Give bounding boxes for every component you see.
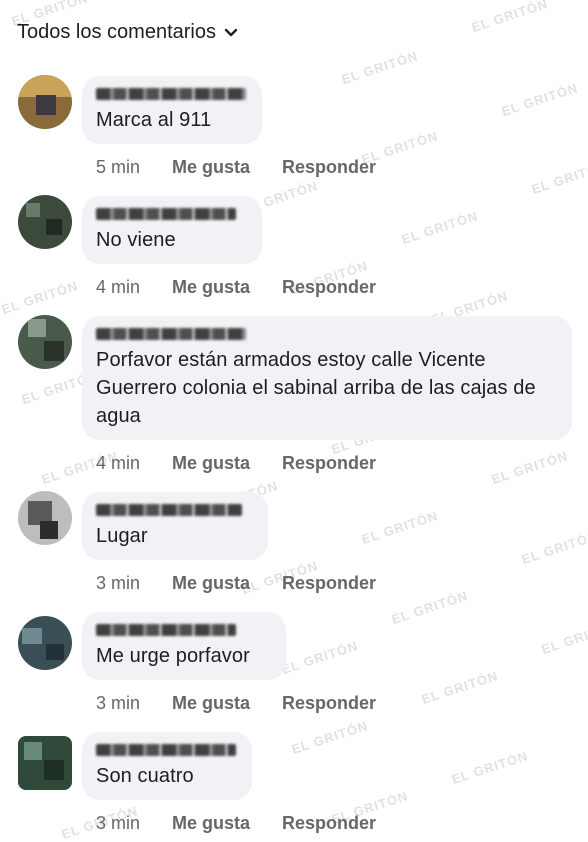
watermark: EL GRITÓN xyxy=(279,638,360,677)
watermark: EL GRITÓN xyxy=(389,588,470,627)
comment-bubble: No viene xyxy=(82,196,262,264)
comment-time[interactable]: 3 min xyxy=(96,813,172,834)
chevron-down-icon xyxy=(224,28,238,36)
comment-time[interactable]: 3 min xyxy=(96,693,172,714)
comment-bubble: Lugar xyxy=(82,492,268,560)
comment-bubble: Porfavor están armados estoy calle Vicen… xyxy=(82,316,572,440)
watermark: EL GRITÓN xyxy=(419,668,500,707)
comment-time[interactable]: 4 min xyxy=(96,453,172,474)
like-button[interactable]: Me gusta xyxy=(172,453,282,474)
comment-text: Porfavor están armados estoy calle Vicen… xyxy=(96,349,536,427)
like-button[interactable]: Me gusta xyxy=(172,277,282,298)
comment-text: Son cuatro xyxy=(96,765,194,787)
comment-bubble: Marca al 911 xyxy=(82,76,262,144)
watermark: EL GRITÓN xyxy=(489,448,570,487)
author-name-blurred[interactable] xyxy=(96,88,246,100)
watermark: EL GRITÓN xyxy=(399,208,480,247)
watermark: EL GRITÓN xyxy=(469,0,550,35)
comment-time[interactable]: 5 min xyxy=(96,157,172,178)
avatar[interactable] xyxy=(18,75,72,129)
comment-filter-dropdown[interactable]: Todos los comentarios xyxy=(17,21,238,44)
author-name-blurred[interactable] xyxy=(96,504,242,516)
comment-time[interactable]: 4 min xyxy=(96,277,172,298)
reply-button[interactable]: Responder xyxy=(282,573,376,594)
reply-button[interactable]: Responder xyxy=(282,157,376,178)
like-button[interactable]: Me gusta xyxy=(172,693,282,714)
watermark: EL GRITÓN xyxy=(449,748,530,787)
comment-bubble: Me urge porfavor xyxy=(82,612,286,680)
watermark: EL GRITÓN xyxy=(529,158,588,197)
comment-time[interactable]: 3 min xyxy=(96,573,172,594)
like-button[interactable]: Me gusta xyxy=(172,157,282,178)
avatar[interactable] xyxy=(18,736,72,790)
comment-text: Me urge porfavor xyxy=(96,645,250,667)
watermark: EL GRITÓN xyxy=(359,508,440,547)
reply-button[interactable]: Responder xyxy=(282,813,376,834)
author-name-blurred[interactable] xyxy=(96,624,236,636)
watermark: EL GRITÓN xyxy=(339,48,420,87)
avatar[interactable] xyxy=(18,616,72,670)
reply-button[interactable]: Responder xyxy=(282,277,376,298)
avatar[interactable] xyxy=(18,491,72,545)
watermark: EL GRITÓN xyxy=(539,618,588,657)
comment-text: Lugar xyxy=(96,525,148,547)
comment-text: No viene xyxy=(96,229,176,251)
avatar[interactable] xyxy=(18,195,72,249)
like-button[interactable]: Me gusta xyxy=(172,813,282,834)
author-name-blurred[interactable] xyxy=(96,208,236,220)
avatar[interactable] xyxy=(18,315,72,369)
watermark: EL GRITÓN xyxy=(519,528,588,567)
reply-button[interactable]: Responder xyxy=(282,693,376,714)
comment-text: Marca al 911 xyxy=(96,109,212,131)
watermark: EL GRITÓN xyxy=(289,718,370,757)
reply-button[interactable]: Responder xyxy=(282,453,376,474)
filter-label: Todos los comentarios xyxy=(17,21,216,43)
like-button[interactable]: Me gusta xyxy=(172,573,282,594)
watermark: EL GRITÓN xyxy=(499,80,580,119)
comment-bubble: Son cuatro xyxy=(82,732,252,800)
author-name-blurred[interactable] xyxy=(96,328,246,340)
watermark: EL GRITÓN xyxy=(0,278,80,317)
author-name-blurred[interactable] xyxy=(96,744,236,756)
